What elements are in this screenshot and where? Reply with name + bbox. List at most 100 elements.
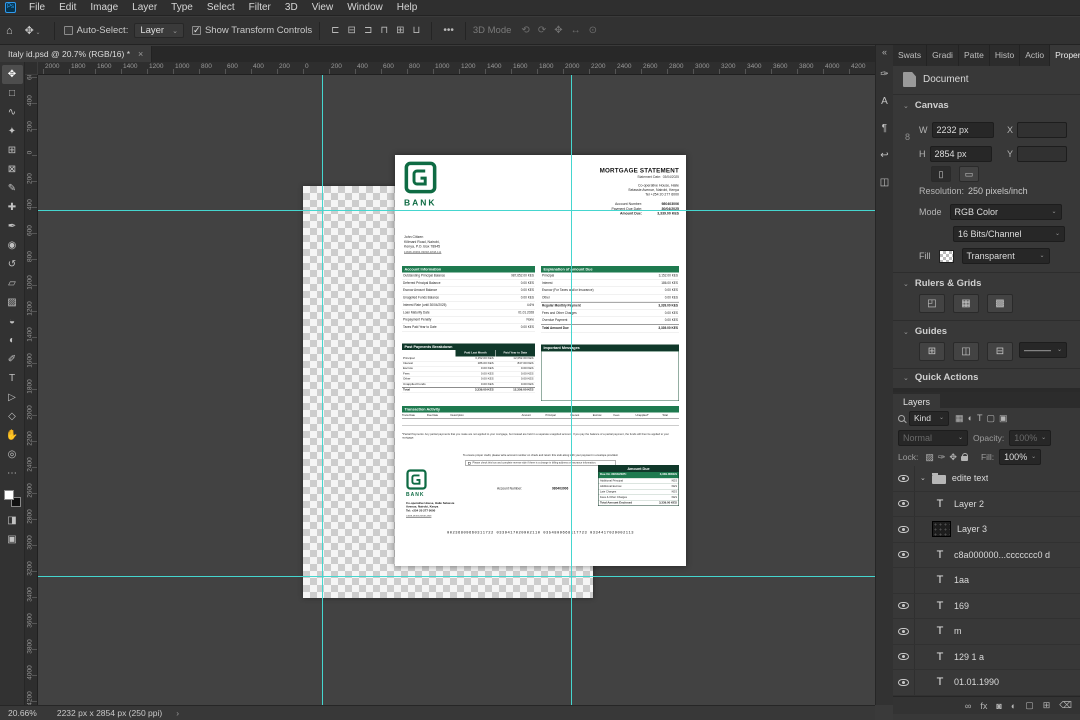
- new-group-icon[interactable]: ▢: [1025, 700, 1034, 711]
- toggle-rulers-icon[interactable]: ◰: [919, 294, 945, 313]
- lock-position-icon[interactable]: ✥: [947, 452, 959, 463]
- panel-tab-patte[interactable]: Patte: [959, 44, 990, 66]
- frame-tool[interactable]: ⊠: [2, 160, 23, 179]
- menu-image[interactable]: Image: [83, 0, 125, 15]
- blur-tool[interactable]: ◒: [2, 312, 23, 331]
- history-brush-tool[interactable]: ↺: [2, 255, 23, 274]
- panel-tab-swats[interactable]: Swats: [893, 44, 927, 66]
- expand-panels-icon[interactable]: «: [882, 47, 887, 57]
- bit-depth-select[interactable]: 16 Bits/Channel⌄: [953, 226, 1065, 242]
- menu-type[interactable]: Type: [164, 0, 200, 15]
- filter-type-layers-icon[interactable]: T: [975, 413, 985, 424]
- canvas-height-input[interactable]: 2854 px: [930, 146, 992, 162]
- more-options-icon[interactable]: •••: [439, 25, 458, 36]
- blend-mode-select[interactable]: Normal⌄: [898, 430, 968, 446]
- layer-filter-kind-select[interactable]: Kind⌄: [909, 411, 949, 426]
- screen-mode-button[interactable]: ▣: [2, 530, 23, 549]
- lock-guides-icon[interactable]: ◫: [953, 342, 979, 361]
- lock-pixels-icon[interactable]: ✑: [936, 452, 948, 463]
- lock-transparency-icon[interactable]: ▨: [923, 452, 936, 463]
- layer-visibility-toggle[interactable]: [893, 594, 915, 619]
- filter-shape-layers-icon[interactable]: ▢: [985, 413, 998, 424]
- lasso-tool[interactable]: ∿: [2, 103, 23, 122]
- eraser-tool[interactable]: ▱: [2, 274, 23, 293]
- new-layer-icon[interactable]: ⊞: [1043, 700, 1051, 711]
- align-middle-icon[interactable]: ⊞: [392, 25, 408, 36]
- path-selection-tool[interactable]: ▷: [2, 388, 23, 407]
- brush-tool[interactable]: ✒: [2, 217, 23, 236]
- link-layers-icon[interactable]: ∞: [965, 701, 971, 711]
- filter-smart-objects-icon[interactable]: ▣: [997, 413, 1010, 424]
- layer-row[interactable]: T169: [893, 594, 1080, 620]
- character-panel-icon[interactable]: A: [881, 96, 888, 107]
- layer-row[interactable]: Tm: [893, 619, 1080, 645]
- canvas-section-header[interactable]: ⌄ Canvas: [903, 100, 949, 111]
- layer-visibility-toggle[interactable]: [893, 466, 915, 491]
- filter-adjustment-layers-icon[interactable]: ◐: [966, 413, 975, 424]
- edit-toolbar-button[interactable]: ⋯: [2, 464, 23, 483]
- libraries-panel-icon[interactable]: ◫: [880, 177, 889, 188]
- layer-row[interactable]: Tc8a000000...ccccccc0 d: [893, 543, 1080, 569]
- align-bottom-icon[interactable]: ⊔: [409, 25, 425, 36]
- clear-guides-icon[interactable]: ⊟: [987, 342, 1013, 361]
- layer-visibility-toggle[interactable]: [893, 517, 915, 542]
- crop-tool[interactable]: ⊞: [2, 141, 23, 160]
- toggle-grid-icon[interactable]: ▦: [953, 294, 979, 313]
- zoom-tool[interactable]: ◎: [2, 445, 23, 464]
- layer-style-icon[interactable]: fx: [980, 701, 987, 711]
- canvas-width-input[interactable]: 2232 px: [932, 122, 994, 138]
- eyedropper-tool[interactable]: ✎: [2, 179, 23, 198]
- layer-visibility-toggle[interactable]: [893, 492, 915, 517]
- guide-vertical[interactable]: [322, 75, 323, 705]
- layer-visibility-toggle[interactable]: [893, 645, 915, 670]
- layer-row[interactable]: T01.01.1990: [893, 670, 1080, 696]
- align-left-icon[interactable]: ⊏: [327, 25, 343, 36]
- align-center-horizontal-icon[interactable]: ⊟: [344, 25, 360, 36]
- auto-select-dropdown[interactable]: Layer ⌄: [134, 23, 184, 38]
- add-layer-mask-icon[interactable]: ◙: [996, 701, 1001, 711]
- quick-actions-section-header[interactable]: ⌄ Quick Actions: [903, 372, 978, 383]
- filter-pixel-layers-icon[interactable]: ▦: [953, 413, 966, 424]
- home-icon[interactable]: ⌂: [0, 25, 19, 37]
- new-guide-layout-icon[interactable]: ⊞: [919, 342, 945, 361]
- color-mode-select[interactable]: RGB Color⌄: [950, 204, 1062, 220]
- opacity-select[interactable]: 100%⌄: [1009, 430, 1051, 446]
- marquee-tool[interactable]: □: [2, 84, 23, 103]
- panel-tab-properties[interactable]: Properties: [1050, 44, 1080, 66]
- auto-select-checkbox[interactable]: [64, 26, 73, 35]
- fill-transparency-swatch[interactable]: [939, 250, 954, 263]
- horizontal-ruler[interactable]: 2000180016001400120010008006004002000200…: [38, 62, 875, 75]
- menu-view[interactable]: View: [305, 0, 341, 15]
- orientation-portrait-button[interactable]: ▯: [931, 166, 951, 182]
- shape-tool[interactable]: ◇: [2, 407, 23, 426]
- rulers-grids-section-header[interactable]: ⌄ Rulers & Grids: [903, 278, 981, 289]
- menu-window[interactable]: Window: [340, 0, 390, 15]
- quick-mask-button[interactable]: ◨: [2, 511, 23, 530]
- layer-visibility-toggle[interactable]: [893, 670, 915, 695]
- show-transform-checkbox[interactable]: [192, 26, 201, 35]
- lock-all-icon[interactable]: [961, 456, 968, 461]
- healing-brush-tool[interactable]: ✚: [2, 198, 23, 217]
- panel-tab-gradi[interactable]: Gradi: [927, 44, 959, 66]
- vertical-ruler[interactable]: 6004002000200400600800100012001400160018…: [25, 75, 38, 705]
- menu-help[interactable]: Help: [390, 0, 425, 15]
- guide-style-select[interactable]: ———⌄: [1019, 342, 1067, 358]
- layer-row[interactable]: T129 1 a: [893, 645, 1080, 671]
- zoom-level[interactable]: 20.66%: [8, 708, 37, 718]
- close-tab-icon[interactable]: ×: [138, 46, 143, 62]
- orientation-landscape-button[interactable]: ▭: [959, 166, 979, 182]
- layer-visibility-toggle[interactable]: [893, 568, 915, 593]
- menu-filter[interactable]: Filter: [242, 0, 278, 15]
- color-swatches[interactable]: [4, 490, 21, 507]
- pen-tool[interactable]: ✐: [2, 350, 23, 369]
- layer-row[interactable]: TLayer 2: [893, 492, 1080, 518]
- history-panel-icon[interactable]: ↩: [880, 150, 888, 161]
- fill-select[interactable]: Transparent⌄: [962, 248, 1050, 264]
- adjustment-layer-icon[interactable]: ◐: [1011, 701, 1016, 711]
- type-tool[interactable]: T: [2, 369, 23, 388]
- menu-file[interactable]: File: [22, 0, 52, 15]
- document-page[interactable]: BANK MORTGAGE STATEMENT Statement Date: …: [395, 155, 686, 566]
- dodge-tool[interactable]: ◐: [2, 331, 23, 350]
- layer-row[interactable]: ⌄edite text: [893, 466, 1080, 492]
- layer-row[interactable]: T1aa: [893, 568, 1080, 594]
